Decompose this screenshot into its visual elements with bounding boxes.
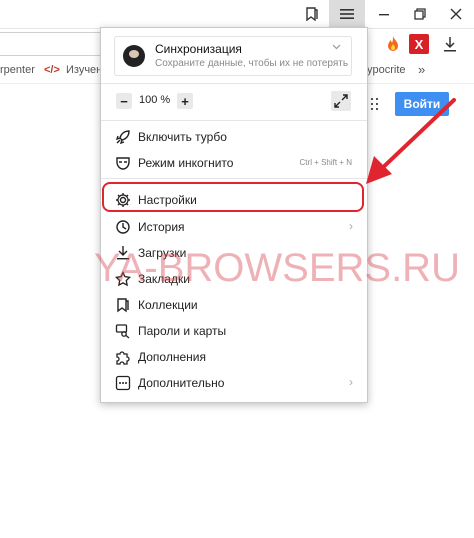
menu-item-label: Включить турбо (138, 130, 227, 144)
close-icon (450, 8, 462, 20)
browser-menu: Синхронизация Сохраните данные, чтобы их… (100, 27, 368, 403)
bookmark-item[interactable]: ypocrite (367, 64, 406, 76)
fullscreen-button[interactable] (331, 91, 351, 111)
bookmark-item[interactable]: Изучен (66, 64, 102, 76)
sync-title: Синхронизация (155, 42, 242, 56)
x-icon: X (414, 36, 424, 52)
extension-x-button[interactable]: X (409, 34, 429, 54)
bookmark-manager-button[interactable] (294, 0, 330, 28)
menu-item-label: Загрузки (138, 246, 187, 260)
menu-item-label: История (138, 220, 185, 234)
menu-item-label: Дополнения (138, 350, 206, 364)
menu-item-addons[interactable]: Дополнения (101, 345, 367, 369)
bookmarks-icon (306, 7, 318, 21)
incognito-mask-icon (114, 154, 132, 172)
hamburger-icon (340, 9, 354, 19)
zoom-out-button[interactable]: − (116, 93, 132, 109)
restore-button[interactable] (402, 0, 438, 28)
menu-item-downloads[interactable]: Загрузки (101, 241, 367, 265)
clock-icon (114, 218, 132, 236)
bookmark-item[interactable]: rpenter (0, 64, 35, 76)
bookmarks-more-button[interactable]: » (418, 62, 425, 77)
collections-icon (114, 296, 132, 314)
close-button[interactable] (438, 0, 474, 28)
annotation-arrow-icon (366, 98, 456, 184)
divider (101, 178, 367, 179)
zoom-level: 100 % (139, 94, 171, 106)
avatar (123, 45, 145, 67)
download-arrow-icon (444, 37, 456, 52)
menu-item-label: Дополнительно (138, 376, 225, 390)
menu-item-label: Пароли и карты (138, 324, 227, 338)
menu-item-history[interactable]: История › (101, 215, 367, 239)
menu-item-collections[interactable]: Коллекции (101, 293, 367, 317)
shortcut-label: Ctrl + Shift + N (299, 158, 352, 167)
key-card-icon (114, 322, 132, 340)
menu-item-more[interactable]: Дополнительно › (101, 371, 367, 395)
minimize-button[interactable] (366, 0, 402, 28)
address-input[interactable] (0, 32, 111, 56)
restore-icon (414, 8, 426, 20)
menu-button[interactable] (329, 0, 365, 28)
zoom-in-button[interactable]: + (177, 93, 193, 109)
star-icon (114, 270, 132, 288)
fullscreen-icon (334, 94, 348, 108)
menu-item-incognito[interactable]: Режим инкогнито Ctrl + Shift + N (101, 151, 367, 175)
sync-subtitle: Сохраните данные, чтобы их не потерять (155, 58, 349, 69)
download-icon (114, 244, 132, 262)
menu-item-passwords[interactable]: Пароли и карты (101, 319, 367, 343)
menu-item-turbo[interactable]: Включить турбо (101, 125, 367, 149)
menu-item-label: Закладки (138, 272, 190, 286)
fire-icon (388, 36, 398, 51)
rocket-icon (114, 128, 132, 146)
chevron-right-icon: › (349, 375, 353, 389)
menu-item-label: Коллекции (138, 298, 198, 312)
extension-fire-button[interactable] (383, 34, 403, 54)
menu-item-label: Режим инкогнито (138, 156, 234, 170)
minimize-icon (379, 14, 389, 16)
divider (101, 120, 367, 121)
chevron-down-icon (332, 44, 341, 50)
sync-card[interactable]: Синхронизация Сохраните данные, чтобы их… (114, 36, 352, 76)
downloads-button[interactable] (440, 34, 460, 54)
chevron-right-icon: › (349, 219, 353, 233)
title-bar (0, 0, 474, 28)
divider (101, 83, 367, 84)
puzzle-icon (114, 348, 132, 366)
more-dots-icon (114, 374, 132, 392)
menu-item-bookmarks[interactable]: Закладки (101, 267, 367, 291)
code-icon: </> (44, 64, 60, 76)
highlight-frame (102, 182, 364, 212)
